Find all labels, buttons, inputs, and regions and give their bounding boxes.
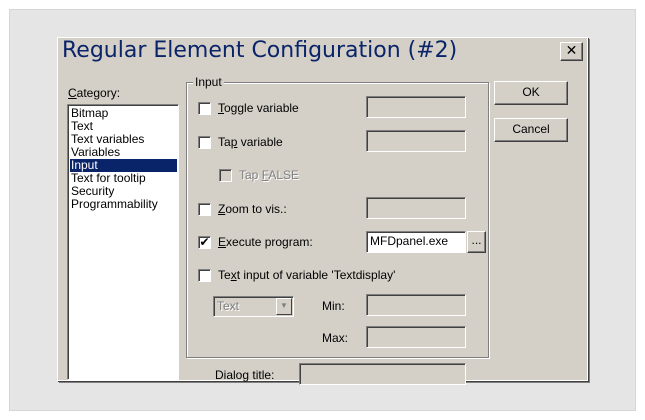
tap-variable-label: Tap variable	[218, 135, 283, 149]
title-bar: Regular Element Configuration (#2) ✕	[58, 38, 587, 64]
text-input-label: Text input of variable 'Textdisplay'	[218, 268, 396, 282]
configuration-dialog: Regular Element Configuration (#2) ✕ Cat…	[57, 37, 588, 385]
max-label: Max:	[322, 331, 349, 345]
execute-program-label: Execute program:	[218, 235, 313, 249]
dialog-title-field[interactable]	[299, 363, 466, 385]
min-label: Min:	[322, 299, 345, 313]
category-item-programmability[interactable]: Programmability	[70, 198, 177, 211]
toggle-variable-checkbox[interactable]	[198, 102, 211, 115]
browse-button[interactable]: ...	[467, 231, 486, 253]
zoom-to-vis-field[interactable]	[366, 197, 466, 219]
zoom-to-vis-label: Zoom to vis.:	[218, 202, 287, 216]
category-label: Category:	[68, 86, 121, 100]
input-group-caption: Input	[193, 75, 224, 89]
cancel-button[interactable]: Cancel	[494, 118, 568, 142]
ok-button[interactable]: OK	[494, 81, 568, 105]
checkmark-icon: ✔	[199, 235, 210, 249]
min-field[interactable]	[366, 294, 466, 316]
window-title: Regular Element Configuration (#2)	[62, 38, 458, 63]
toggle-variable-label: Toggle variable	[218, 101, 299, 115]
tap-false-label: Tap FALSE	[239, 168, 300, 182]
tap-false-checkbox[interactable]	[219, 169, 232, 182]
chevron-down-icon[interactable]: ▼	[276, 298, 292, 315]
text-input-checkbox[interactable]	[198, 269, 211, 282]
text-type-value: Text	[217, 299, 240, 313]
toggle-variable-field[interactable]	[366, 96, 466, 118]
close-button[interactable]: ✕	[560, 42, 583, 61]
max-field[interactable]	[366, 326, 466, 348]
dialog-title-label: Dialog title:	[215, 368, 275, 382]
execute-program-field[interactable]: MFDpanel.exe	[366, 231, 466, 253]
zoom-to-vis-checkbox[interactable]	[198, 203, 211, 216]
tap-variable-field[interactable]	[366, 130, 466, 152]
execute-program-checkbox[interactable]: ✔	[198, 236, 211, 249]
close-icon: ✕	[565, 43, 578, 59]
category-list[interactable]: Bitmap Text Text variables Variables Inp…	[67, 104, 179, 380]
text-type-select[interactable]: Text ▼	[213, 296, 294, 317]
tap-variable-checkbox[interactable]	[198, 136, 211, 149]
